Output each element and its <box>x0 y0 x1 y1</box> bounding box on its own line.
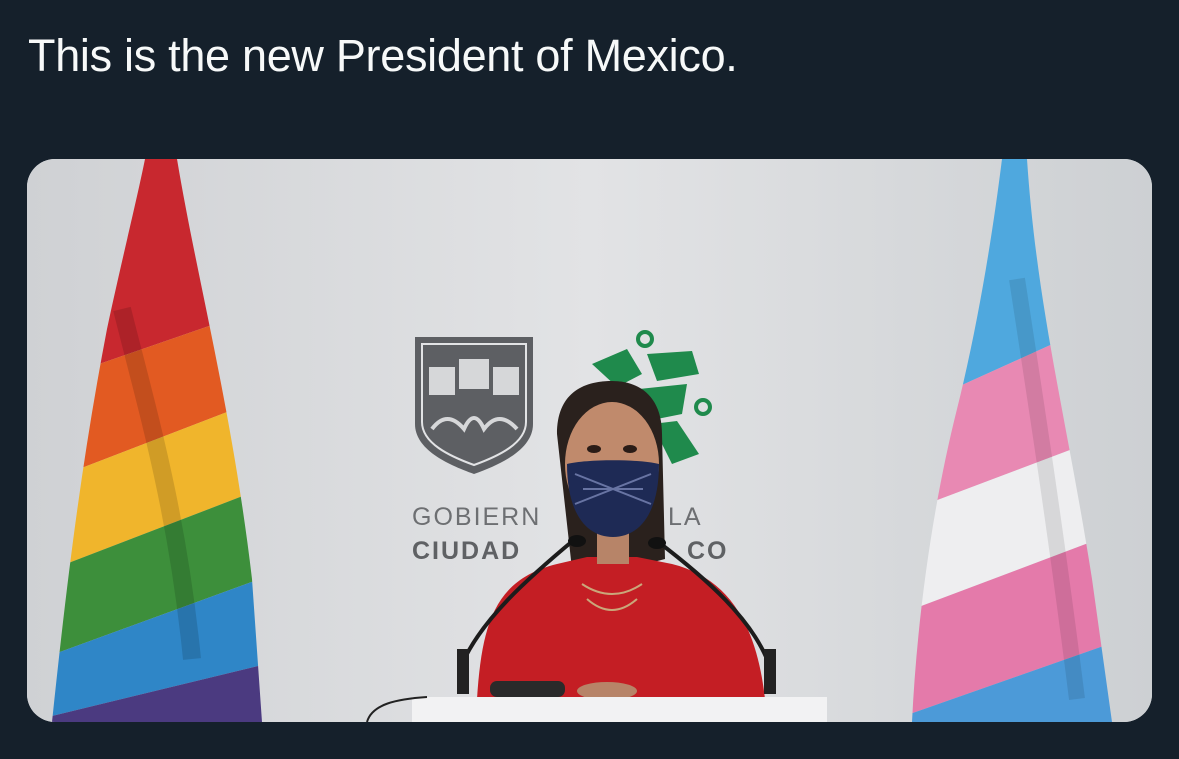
logo-text-co: CO <box>687 537 729 565</box>
tweet-media-photo[interactable]: GOBIERN LA CIUDAD CO <box>27 159 1152 722</box>
city-shield-logo <box>415 337 533 474</box>
logo-text-gobierno: GOBIERN <box>412 503 542 531</box>
podium <box>412 697 827 722</box>
logo-text-la: LA <box>668 503 703 531</box>
photo-scene <box>27 159 1152 722</box>
logo-text-ciudad: CIUDAD <box>412 537 522 565</box>
tweet-text: This is the new President of Mexico. <box>28 30 738 81</box>
